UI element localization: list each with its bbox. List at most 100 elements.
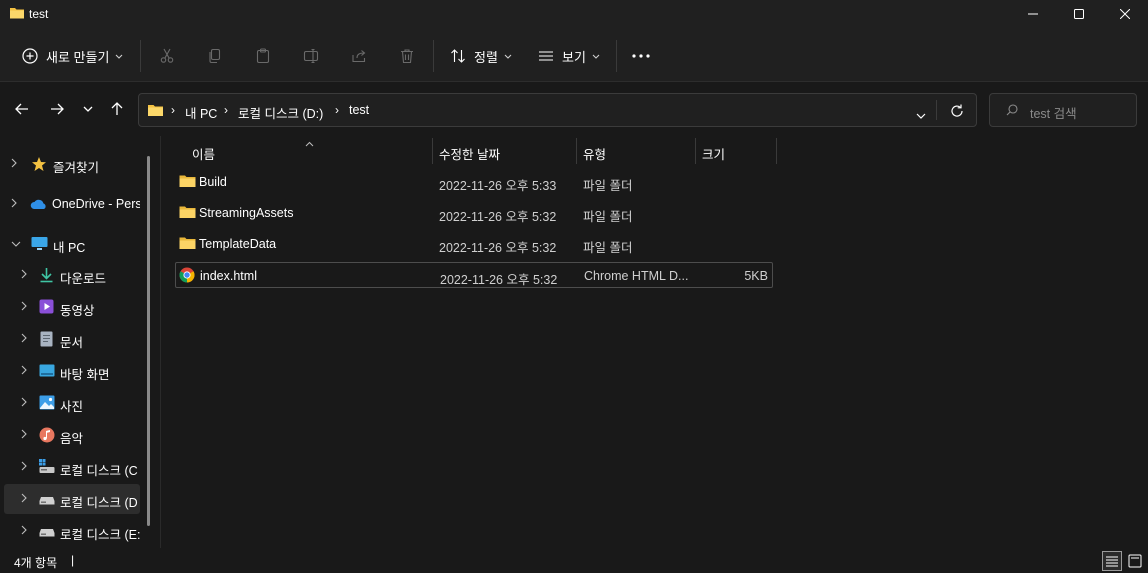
chevron-right-icon: [21, 397, 27, 407]
chevron-right-icon: [21, 269, 27, 279]
refresh-button[interactable]: [950, 104, 964, 121]
pc-icon: [31, 236, 48, 254]
sidebar-item-label: 로컬 디스크 (D: [60, 496, 138, 510]
file-type: Chrome HTML D...: [584, 269, 689, 283]
breadcrumb-separator: ›: [335, 103, 339, 117]
sidebar-item-label: 다운로드: [60, 272, 107, 286]
trash-icon: [401, 49, 413, 64]
close-button[interactable]: [1102, 0, 1148, 28]
copy-button[interactable]: [204, 45, 226, 67]
folder-icon: [179, 205, 196, 222]
file-type: 파일 폴더: [583, 179, 633, 193]
file-row-templatedata[interactable]: TemplateData 2022-11-26 오후 5:32 파일 폴더: [175, 231, 773, 257]
search-box[interactable]: test 검색: [989, 93, 1137, 127]
sidebar-item-label: 즐겨찾기: [53, 161, 100, 175]
sidebar-item-my-pc[interactable]: 내 PC: [0, 229, 140, 259]
column-header-size[interactable]: 크기: [696, 138, 776, 164]
sidebar-item-label: OneDrive - Perso: [52, 197, 140, 211]
rename-button[interactable]: [300, 45, 322, 67]
star-icon: [31, 156, 47, 175]
chevron-right-icon: [11, 158, 17, 168]
file-type: 파일 폴더: [583, 210, 633, 224]
navigation-bar: › 내 PC › 로컬 디스크 (D:) › test test 검색: [0, 82, 1148, 136]
forward-button[interactable]: [47, 99, 67, 119]
file-row-build[interactable]: Build 2022-11-26 오후 5:33 파일 폴더: [175, 169, 773, 195]
paste-button[interactable]: [252, 45, 274, 67]
sidebar-item-music[interactable]: 음악: [0, 420, 140, 450]
sidebar-item-drive-d[interactable]: 로컬 디스크 (D: [4, 484, 140, 514]
sidebar-scrollbar[interactable]: [147, 156, 150, 526]
minimize-icon: [1028, 13, 1038, 15]
share-button[interactable]: [348, 45, 370, 67]
chevron-right-icon: [11, 198, 17, 208]
column-divider[interactable]: [776, 138, 777, 164]
view-list-icon: [539, 51, 553, 61]
address-bar[interactable]: › 내 PC › 로컬 디스크 (D:) › test: [138, 93, 977, 127]
file-row-index-html[interactable]: index.html 2022-11-26 오후 5:32 Chrome HTM…: [175, 262, 773, 288]
add-circle-icon: [22, 48, 38, 64]
address-history-button[interactable]: [916, 108, 926, 122]
title-bar: test: [0, 0, 1148, 28]
sidebar-item-desktop[interactable]: 바탕 화면: [0, 356, 140, 386]
chevron-right-icon: [21, 429, 27, 439]
up-button[interactable]: [107, 99, 127, 119]
search-icon: [1006, 104, 1018, 119]
sidebar-item-videos[interactable]: 동영상: [0, 292, 140, 322]
details-view-button[interactable]: [1102, 551, 1122, 571]
paste-icon: [256, 48, 270, 64]
thumbnail-view-button[interactable]: [1125, 551, 1145, 571]
window-title: test: [29, 7, 49, 21]
column-header-name[interactable]: 이름: [175, 138, 432, 164]
arrow-right-icon: [51, 103, 64, 115]
status-bar: 4개 항목 |: [0, 548, 1148, 573]
pictures-icon: [39, 395, 55, 413]
cut-button[interactable]: [156, 45, 178, 67]
file-date: 2022-11-26 오후 5:32: [439, 210, 557, 224]
sidebar-item-label: 동영상: [60, 304, 95, 318]
file-name: Build: [199, 175, 227, 189]
folder-icon: [179, 174, 196, 191]
search-placeholder: test 검색: [1030, 107, 1077, 121]
file-date: 2022-11-26 오후 5:32: [440, 273, 558, 287]
view-button[interactable]: 보기: [538, 41, 600, 71]
rename-icon: [303, 48, 319, 64]
chevron-right-icon: [21, 333, 27, 343]
column-header-type[interactable]: 유형: [577, 138, 695, 164]
sidebar-item-pictures[interactable]: 사진: [0, 388, 140, 418]
sidebar-item-drive-c[interactable]: 로컬 디스크 (C: [0, 452, 140, 482]
column-header-date[interactable]: 수정한 날짜: [433, 138, 576, 164]
back-button[interactable]: [12, 99, 32, 119]
file-name: index.html: [200, 269, 257, 283]
file-row-streamingassets[interactable]: StreamingAssets 2022-11-26 오후 5:32 파일 폴더: [175, 200, 773, 226]
sidebar-item-drive-e[interactable]: 로컬 디스크 (E:: [0, 516, 140, 546]
desktop-icon: [39, 364, 55, 380]
file-type: 파일 폴더: [583, 241, 633, 255]
breadcrumb-drive-d[interactable]: 로컬 디스크 (D:): [238, 103, 323, 122]
more-options-button[interactable]: [630, 45, 652, 67]
folder-icon: [179, 236, 196, 253]
chevron-down-icon: [592, 54, 600, 59]
chevron-down-icon: [504, 54, 512, 59]
system-drive-icon: [39, 459, 55, 477]
file-name: StreamingAssets: [199, 206, 294, 220]
breadcrumb-my-pc[interactable]: 내 PC: [185, 103, 217, 122]
sidebar-item-downloads[interactable]: 다운로드: [0, 260, 140, 290]
toolbar-divider: [433, 40, 434, 72]
chrome-icon: [179, 267, 195, 286]
minimize-button[interactable]: [1010, 0, 1056, 28]
file-list: 이름 수정한 날짜 유형 크기 Build 2022-11-26 오후 5:33…: [161, 136, 1148, 548]
delete-button[interactable]: [396, 45, 418, 67]
sort-icon: [451, 49, 465, 63]
folder-icon: [147, 103, 164, 120]
breadcrumb-test[interactable]: test: [349, 103, 369, 117]
maximize-icon: [1074, 9, 1084, 19]
music-icon: [39, 427, 55, 446]
sidebar-item-favorites[interactable]: 즐겨찾기: [0, 149, 140, 179]
sidebar-item-documents[interactable]: 문서: [0, 324, 140, 354]
chevron-down-icon: [83, 106, 93, 112]
new-button[interactable]: 새로 만들기: [22, 41, 123, 71]
sort-button[interactable]: 정렬: [450, 41, 512, 71]
recent-locations-button[interactable]: [78, 99, 98, 119]
maximize-button[interactable]: [1056, 0, 1102, 28]
sidebar-item-onedrive[interactable]: OneDrive - Perso: [0, 189, 140, 219]
